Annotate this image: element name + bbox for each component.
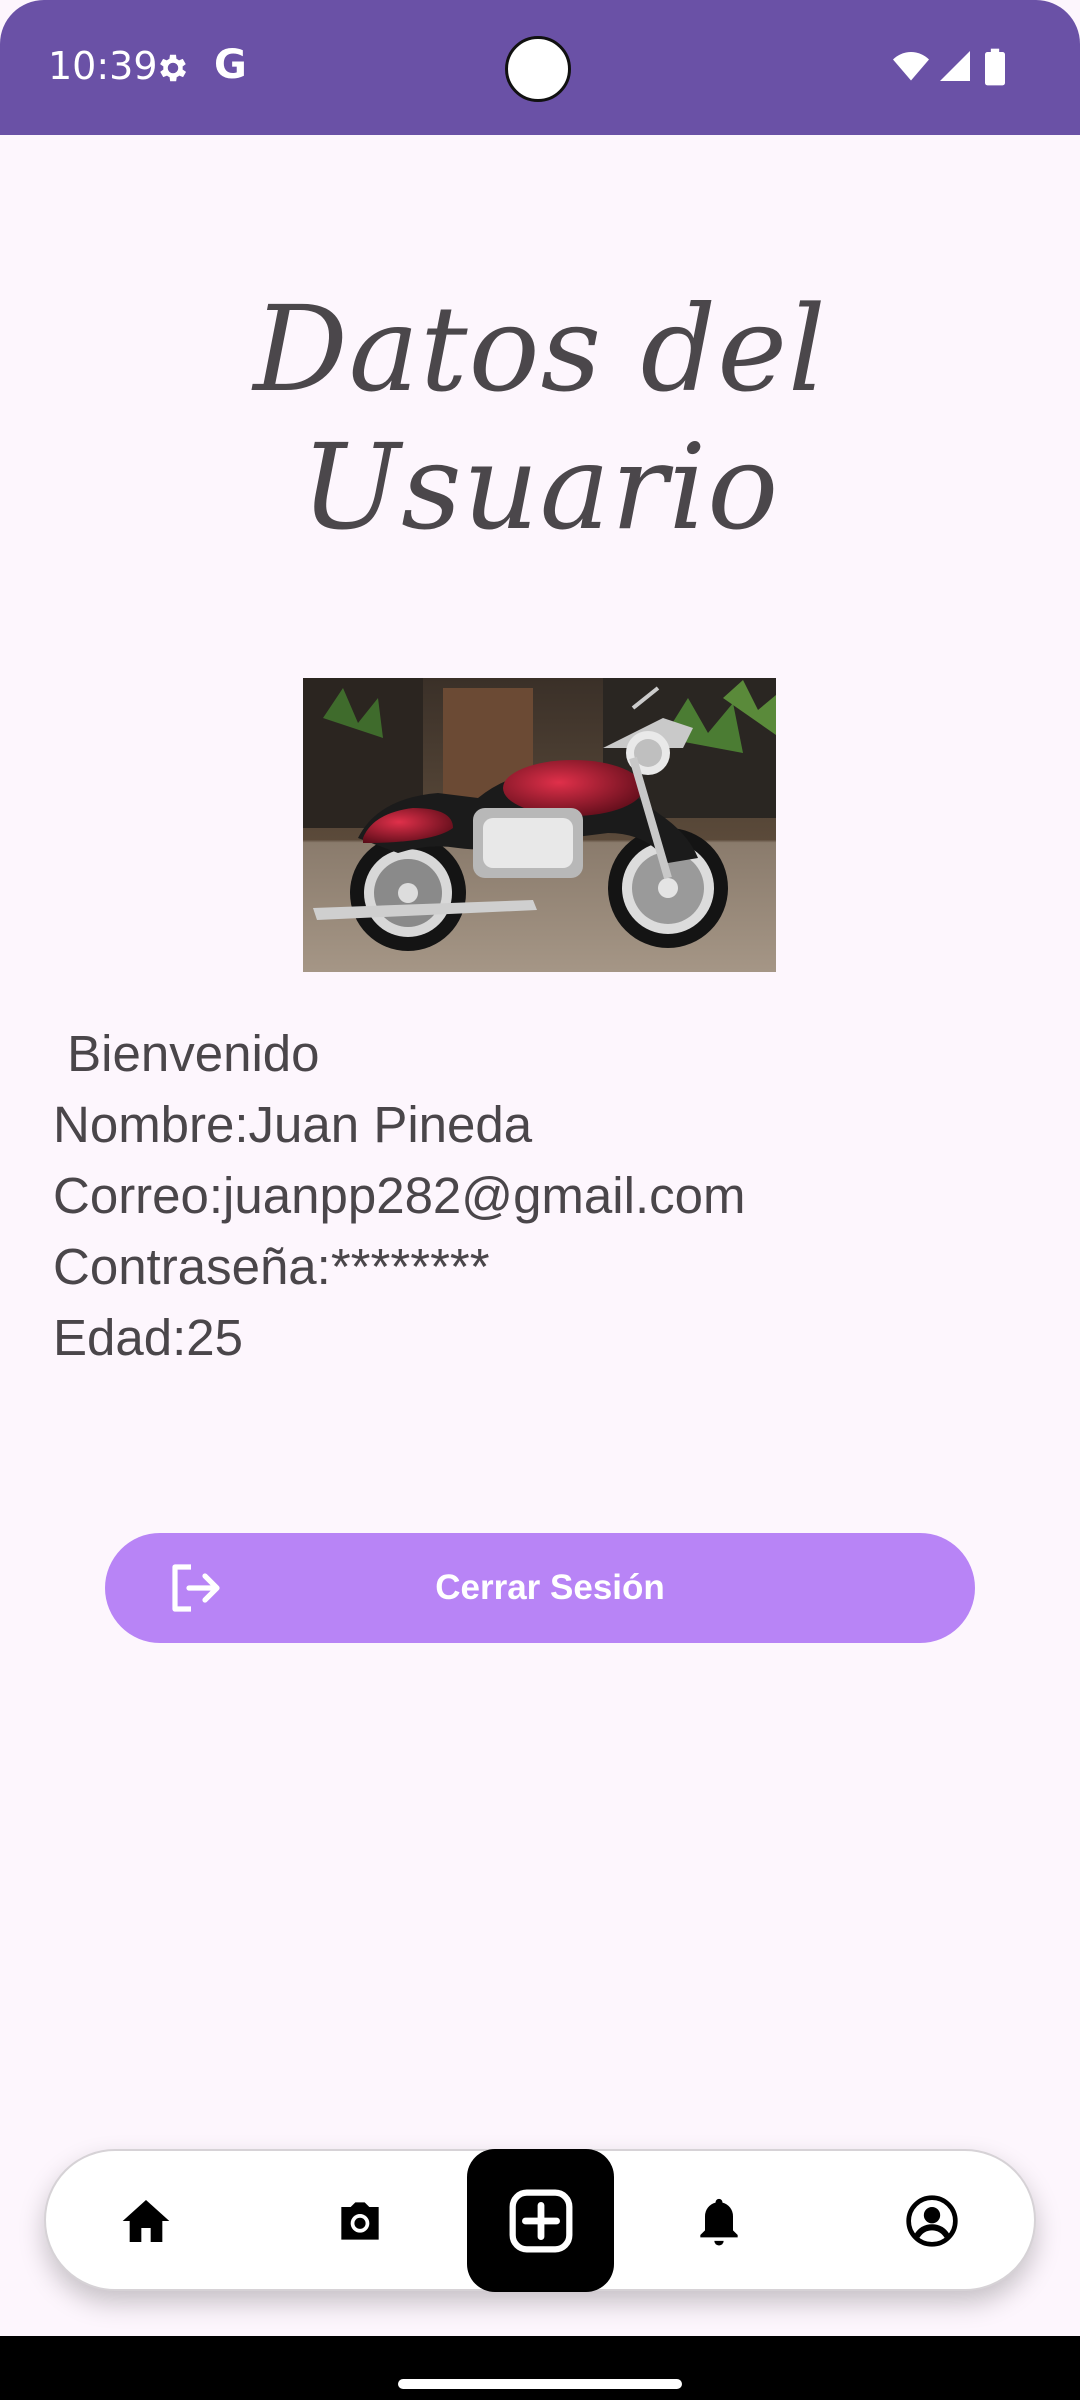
camera-icon[interactable] bbox=[332, 2193, 388, 2249]
status-time: 10:39 bbox=[48, 44, 158, 88]
gesture-bar bbox=[0, 2336, 1080, 2400]
google-g-icon: G bbox=[214, 42, 247, 88]
profile-icon[interactable] bbox=[904, 2193, 960, 2249]
user-email: Correo:juanpp282@gmail.com bbox=[53, 1167, 746, 1224]
user-name: Nombre:Juan Pineda bbox=[53, 1096, 533, 1153]
home-icon[interactable] bbox=[118, 2193, 174, 2249]
user-info: Bienvenido Nombre:Juan Pineda Correo:jua… bbox=[53, 1018, 1033, 1373]
logout-label: Cerrar Sesión bbox=[435, 1568, 665, 1607]
gear-icon bbox=[160, 54, 187, 82]
motorcycle-image bbox=[303, 678, 776, 972]
add-icon bbox=[509, 2189, 573, 2253]
status-bar: 10:39 G bbox=[0, 0, 1080, 135]
add-button[interactable] bbox=[467, 2149, 614, 2292]
wifi-icon bbox=[893, 52, 929, 81]
welcome-text: Bienvenido bbox=[53, 1025, 320, 1082]
camera-cutout bbox=[505, 36, 571, 102]
logout-button[interactable]: Cerrar Sesión bbox=[105, 1533, 975, 1643]
notifications-icon[interactable] bbox=[691, 2193, 747, 2249]
battery-icon bbox=[985, 48, 1005, 86]
home-gesture-handle[interactable] bbox=[398, 2379, 682, 2389]
user-age: Edad:25 bbox=[53, 1309, 244, 1366]
page-title: Datos del Usuario bbox=[253, 280, 827, 556]
user-password: Contraseña:******** bbox=[53, 1238, 490, 1295]
signal-icon bbox=[940, 51, 970, 81]
